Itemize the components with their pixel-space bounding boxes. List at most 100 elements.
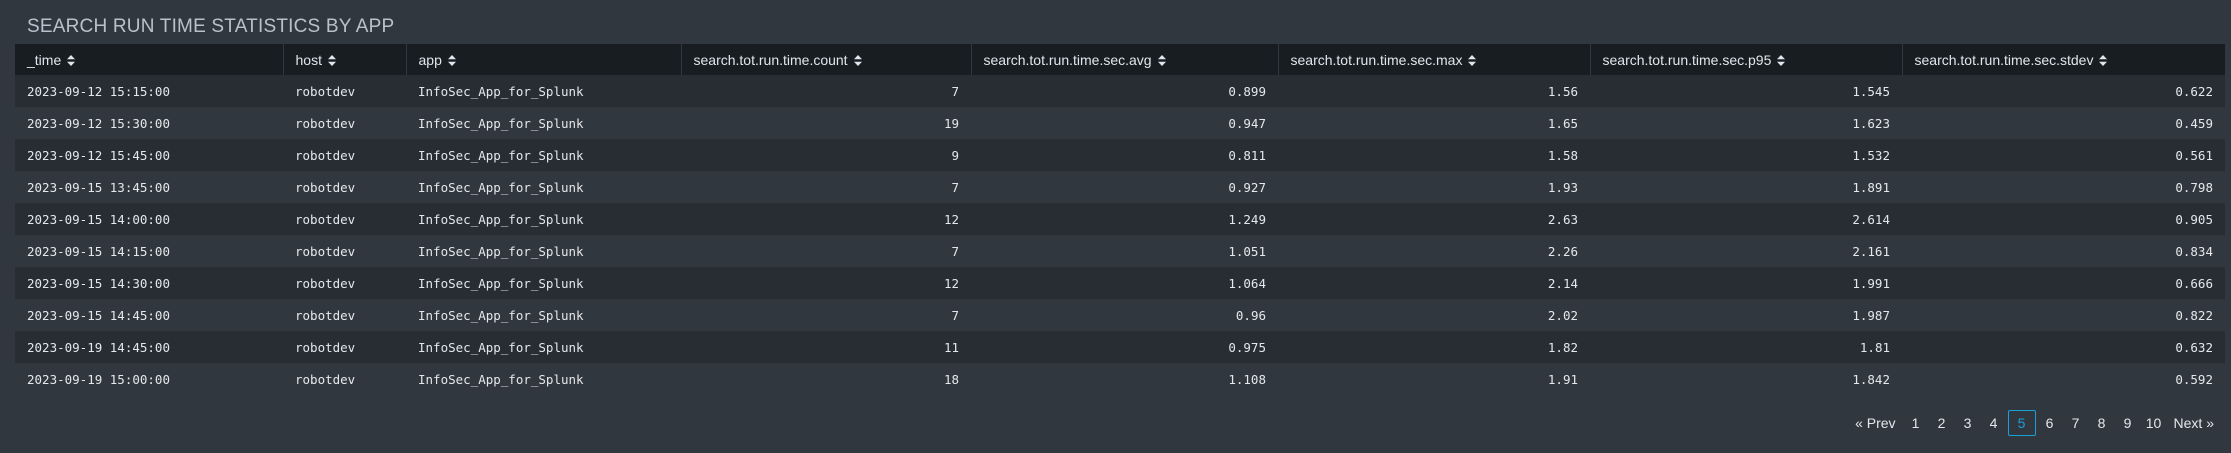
table-body: 2023-09-12 15:15:00 robotdev InfoSec_App_f… (15, 75, 2225, 395)
table-cell: 1.623 (1590, 107, 1902, 139)
table-cell: 1.82 (1278, 331, 1590, 363)
column-header-search-tot-run-time-sec-avg[interactable]: search.tot.run.time.sec.avg (971, 44, 1279, 75)
table-cell: 1.249 (971, 203, 1278, 235)
table-cell: 1.991 (1590, 267, 1902, 299)
column-header-label: search.tot.run.time.sec.max (1290, 51, 1463, 68)
page-button-9[interactable]: 9 (2116, 410, 2140, 436)
sort-arrows-icon[interactable] (327, 55, 336, 67)
table-cell: 1.842 (1590, 363, 1902, 395)
table-cell: InfoSec_App_for_Splunk (406, 363, 681, 395)
table-cell: 1.064 (971, 267, 1278, 299)
table-cell: robotdev (283, 203, 406, 235)
table-cell: 0.798 (1902, 171, 2225, 203)
table-row[interactable]: 2023-09-12 15:30:00 robotdev InfoSec_App_f… (15, 107, 2225, 139)
table-cell: robotdev (283, 75, 406, 107)
column-header-label: search.tot.run.time.sec.stdev (1914, 51, 2094, 68)
table-cell: robotdev (283, 331, 406, 363)
table-cell: 2023-09-12 15:15:00 (15, 75, 283, 107)
table-cell: 1.93 (1278, 171, 1590, 203)
column-header-search-tot-run-time-sec-stdev[interactable]: search.tot.run.time.sec.stdev (1902, 44, 2225, 75)
sort-arrows-icon[interactable] (2099, 55, 2108, 67)
table-cell: InfoSec_App_for_Splunk (406, 75, 681, 107)
table-cell: 2.63 (1278, 203, 1590, 235)
table-row[interactable]: 2023-09-15 14:45:00 robotdev InfoSec_App_f… (15, 299, 2225, 331)
column-header-time[interactable]: _time (15, 44, 284, 75)
table-cell: 1.65 (1278, 107, 1590, 139)
column-header-host[interactable]: host (283, 44, 407, 75)
column-header-label: search.tot.run.time.count (693, 51, 848, 68)
table-cell: 0.905 (1902, 203, 2225, 235)
page-button-3[interactable]: 3 (1956, 410, 1980, 436)
table-cell: 2.26 (1278, 235, 1590, 267)
table-cell: 0.459 (1902, 107, 2225, 139)
sort-arrows-icon[interactable] (1157, 55, 1166, 67)
table-cell: 0.592 (1902, 363, 2225, 395)
column-header-search-tot-run-time-sec-p95[interactable]: search.tot.run.time.sec.p95 (1590, 44, 1903, 75)
table-cell: 0.899 (971, 75, 1278, 107)
table-cell: 2023-09-15 13:45:00 (15, 171, 283, 203)
page-button-6[interactable]: 6 (2038, 410, 2062, 436)
table-cell: 2023-09-19 15:00:00 (15, 363, 283, 395)
column-header-label: host (295, 51, 322, 68)
page-button-4[interactable]: 4 (1982, 410, 2006, 436)
table-row[interactable]: 2023-09-19 15:00:00 robotdev InfoSec_App_f… (15, 363, 2225, 395)
sort-arrows-icon[interactable] (67, 55, 76, 67)
sort-arrows-icon[interactable] (1468, 55, 1477, 67)
page-button-5[interactable]: 5 (2007, 410, 2036, 436)
sort-arrows-icon[interactable] (1777, 55, 1786, 67)
column-header-label: search.tot.run.time.sec.p95 (1602, 51, 1772, 68)
page-button-7[interactable]: 7 (2064, 410, 2088, 436)
column-header-label: _time (27, 51, 62, 68)
table-header-row: _time host app search.tot.run.time.count sea… (15, 44, 2225, 75)
table-cell: 1.891 (1590, 171, 1902, 203)
table-cell: robotdev (283, 107, 406, 139)
page-button-10[interactable]: 10 (2142, 410, 2166, 436)
stats-table: _time host app search.tot.run.time.count sea… (15, 44, 2225, 395)
table-cell: 0.975 (971, 331, 1278, 363)
column-header-app[interactable]: app (406, 44, 682, 75)
table-cell: 18 (681, 363, 971, 395)
table-cell: 2.14 (1278, 267, 1590, 299)
stats-panel: SEARCH RUN TIME STATISTICS BY APP _time h… (15, 12, 2225, 448)
table-row[interactable]: 2023-09-12 15:45:00 robotdev InfoSec_App_f… (15, 139, 2225, 171)
table-cell: 7 (681, 299, 971, 331)
table-row[interactable]: 2023-09-15 14:15:00 robotdev InfoSec_App_f… (15, 235, 2225, 267)
table-cell: robotdev (283, 139, 406, 171)
table-cell: robotdev (283, 299, 406, 331)
table-row[interactable]: 2023-09-12 15:15:00 robotdev InfoSec_App_f… (15, 75, 2225, 107)
table-cell: 1.56 (1278, 75, 1590, 107)
table-row[interactable]: 2023-09-15 14:30:00 robotdev InfoSec_App_f… (15, 267, 2225, 299)
table-row[interactable]: 2023-09-15 13:45:00 robotdev InfoSec_App_f… (15, 171, 2225, 203)
table-cell: InfoSec_App_for_Splunk (406, 203, 681, 235)
table-cell: robotdev (283, 171, 406, 203)
page-button-1[interactable]: 1 (1904, 410, 1928, 436)
table-cell: 1.58 (1278, 139, 1590, 171)
table-cell: InfoSec_App_for_Splunk (406, 299, 681, 331)
table-cell: 0.927 (971, 171, 1278, 203)
table-cell: 11 (681, 331, 971, 363)
table-cell: 0.666 (1902, 267, 2225, 299)
table-cell: InfoSec_App_for_Splunk (406, 171, 681, 203)
prev-page-button[interactable]: « Prev (1849, 410, 1901, 436)
table-cell: 1.81 (1590, 331, 1902, 363)
table-cell: 7 (681, 171, 971, 203)
table-row[interactable]: 2023-09-19 14:45:00 robotdev InfoSec_App_f… (15, 331, 2225, 363)
table-cell: 1.545 (1590, 75, 1902, 107)
table-cell: 0.811 (971, 139, 1278, 171)
table-cell: 2023-09-12 15:45:00 (15, 139, 283, 171)
table-cell: 1.987 (1590, 299, 1902, 331)
table-cell: 0.632 (1902, 331, 2225, 363)
sort-arrows-icon[interactable] (853, 55, 862, 67)
column-header-search-tot-run-time-sec-max[interactable]: search.tot.run.time.sec.max (1278, 44, 1591, 75)
table-cell: InfoSec_App_for_Splunk (406, 139, 681, 171)
table-cell: 0.834 (1902, 235, 2225, 267)
page-button-8[interactable]: 8 (2090, 410, 2114, 436)
table-cell: InfoSec_App_for_Splunk (406, 267, 681, 299)
table-cell: robotdev (283, 363, 406, 395)
column-header-search-tot-run-time-count[interactable]: search.tot.run.time.count (681, 44, 972, 75)
page-button-2[interactable]: 2 (1930, 410, 1954, 436)
table-row[interactable]: 2023-09-15 14:00:00 robotdev InfoSec_App_f… (15, 203, 2225, 235)
table-cell: 2.614 (1590, 203, 1902, 235)
next-page-button[interactable]: Next » (2168, 410, 2220, 436)
sort-arrows-icon[interactable] (447, 55, 456, 67)
